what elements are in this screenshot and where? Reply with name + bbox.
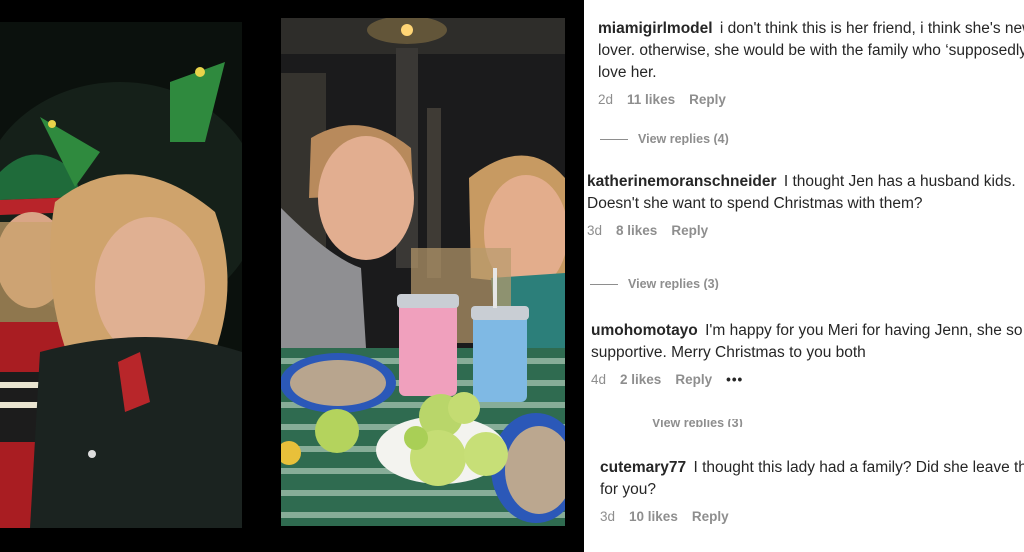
comment-item: miamigirlmodel i don't think this is her…	[598, 18, 1024, 107]
replies-divider-line	[600, 138, 628, 140]
comment-likes[interactable]: 10 likes	[629, 509, 678, 524]
comment-meta: 3d 8 likes Reply	[587, 223, 1024, 238]
comment-body: miamigirlmodel i don't think this is her…	[598, 18, 1024, 84]
reply-button[interactable]: Reply	[671, 223, 708, 238]
comment-username[interactable]: cutemary77	[600, 459, 686, 476]
comment-meta: 3d 10 likes Reply	[600, 509, 1024, 524]
reply-button[interactable]: Reply	[692, 509, 729, 524]
comment-item: cutemary77 I thought this lady had a fam…	[600, 457, 1024, 524]
comment-item: katherinemoranschneider I thought Jen ha…	[587, 171, 1024, 238]
reply-button[interactable]: Reply	[675, 372, 712, 387]
comment-age: 3d	[587, 223, 603, 238]
comments-panel: miamigirlmodel i don't think this is her…	[584, 0, 1024, 552]
view-replies-label: View replies (4)	[638, 133, 729, 145]
replies-divider-line	[590, 283, 618, 285]
comment-username[interactable]: miamigirlmodel	[598, 20, 713, 37]
comment-likes[interactable]: 2 likes	[620, 372, 661, 387]
comment-likes[interactable]: 11 likes	[627, 92, 675, 107]
reply-button[interactable]: Reply	[689, 92, 726, 107]
view-replies-label: View replies (3)	[628, 278, 719, 290]
comment-item: umohomotayo I'm happy for you Meri for h…	[591, 320, 1024, 387]
view-replies-label: View replies (3)	[652, 419, 743, 427]
more-options-icon[interactable]: •••	[726, 372, 743, 387]
comment-username[interactable]: katherinemoranschneider	[587, 173, 777, 190]
comment-body: katherinemoranschneider I thought Jen ha…	[587, 171, 1024, 215]
comment-body: umohomotayo I'm happy for you Meri for h…	[591, 320, 1024, 364]
view-replies-button[interactable]: View replies (4)	[600, 133, 729, 145]
comment-likes[interactable]: 8 likes	[616, 223, 657, 238]
christmas-selfie-illustration	[0, 22, 242, 528]
view-replies-button[interactable]: View replies (3)	[590, 278, 719, 290]
comment-meta: 4d 2 likes Reply •••	[591, 372, 1024, 387]
comment-age: 3d	[600, 509, 616, 524]
photo-porch-table	[281, 18, 565, 526]
comment-body: cutemary77 I thought this lady had a fam…	[600, 457, 1024, 501]
comment-age: 4d	[591, 372, 607, 387]
view-replies-button[interactable]: View replies (3)	[652, 419, 743, 427]
photo-christmas-selfie	[0, 22, 242, 528]
comment-age: 2d	[598, 92, 614, 107]
comment-meta: 2d 11 likes Reply	[598, 92, 1024, 107]
comment-username[interactable]: umohomotayo	[591, 322, 698, 339]
porch-table-illustration	[281, 18, 565, 526]
